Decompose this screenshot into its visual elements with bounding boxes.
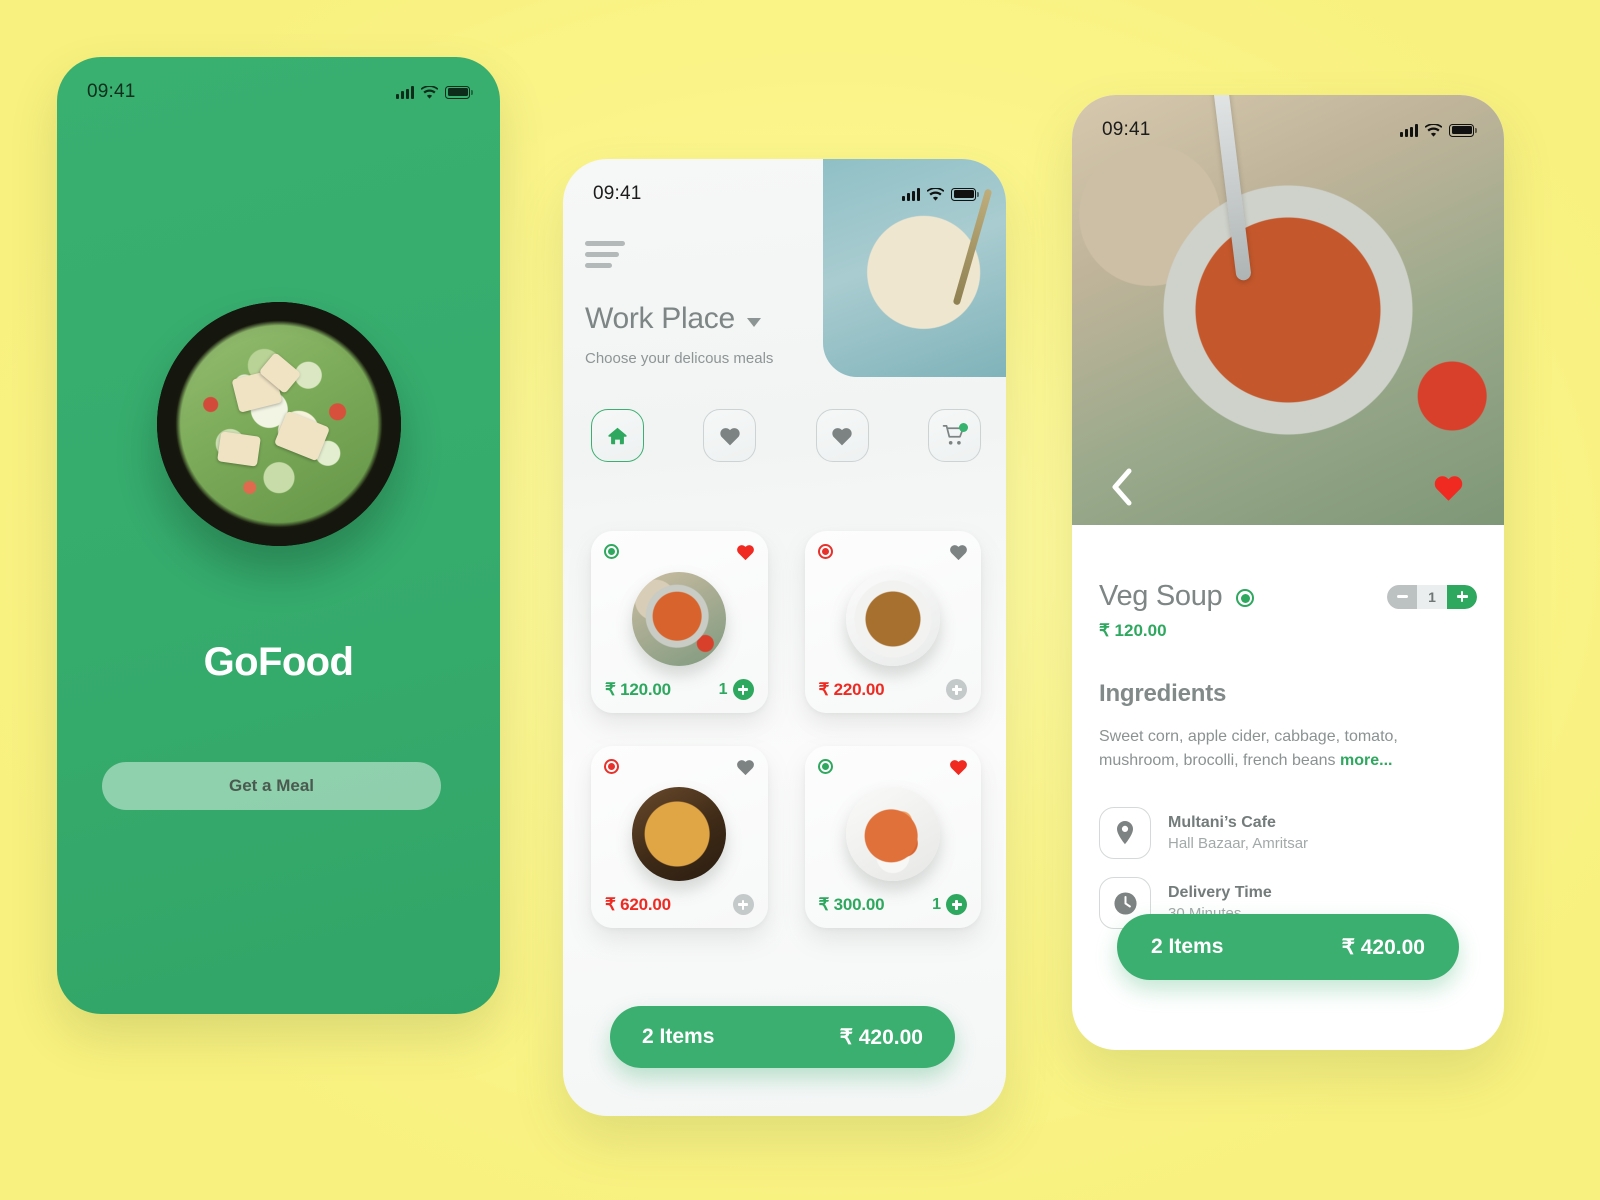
chevron-down-icon [746, 317, 761, 327]
favorite-heart-icon[interactable] [1433, 473, 1464, 502]
nav-favorites-button[interactable] [703, 409, 757, 462]
card-quantity-control[interactable]: 1 [719, 679, 754, 700]
quantity-stepper[interactable]: 1 [1387, 584, 1477, 609]
card-quantity-control[interactable] [732, 894, 754, 915]
cart-items-count: 2 Items [642, 1025, 715, 1048]
restaurant-name: Multani’s Cafe [1168, 814, 1276, 832]
veg-indicator-icon [1236, 589, 1255, 607]
splash-content: GoFood Get a Meal [57, 57, 500, 1014]
favorite-heart-icon[interactable] [949, 758, 968, 776]
dish-price: ₹ 120.00 [1099, 621, 1167, 640]
add-item-button[interactable] [732, 894, 754, 915]
heart-icon [719, 426, 741, 446]
home-subtitle: Choose your delicous meals [585, 350, 774, 367]
card-price: ₹ 620.00 [605, 894, 671, 914]
get-a-meal-button[interactable]: Get a Meal [102, 762, 441, 810]
cart-items-count: 2 Items [1151, 935, 1224, 958]
location-pin-icon [1099, 807, 1151, 859]
nav-button-row [591, 409, 981, 462]
restaurant-info-row[interactable]: Multani’s Cafe Hall Bazaar, Amritsar [1099, 807, 1308, 859]
more-link[interactable]: more... [1340, 752, 1392, 769]
heart-icon [831, 426, 853, 446]
add-item-button[interactable] [946, 679, 967, 700]
card-footer: ₹ 220.00 [818, 679, 967, 700]
salad-bowl-image [845, 572, 940, 666]
soup-bowl-image [632, 572, 727, 666]
location-selector[interactable]: Work Place [585, 302, 761, 336]
card-price: ₹ 220.00 [818, 679, 885, 699]
card-price: ₹ 300.00 [818, 894, 885, 914]
food-card[interactable]: ₹ 120.00 1 [591, 531, 768, 713]
quantity-value: 1 [1428, 588, 1436, 605]
card-price: ₹ 120.00 [605, 679, 671, 699]
detail-screen: 09:41 Veg Soup 1 ₹ 120.00 Ingredients Sw… [1072, 95, 1504, 1050]
nonveg-indicator-icon [604, 759, 619, 774]
card-quantity-control[interactable]: 1 [932, 894, 967, 915]
detail-content: Veg Soup 1 ₹ 120.00 Ingredients Sweet co… [1072, 525, 1504, 1050]
card-quantity-value: 1 [718, 680, 728, 698]
food-card[interactable]: ₹ 620.00 [591, 746, 768, 928]
increase-quantity-button[interactable] [1447, 584, 1477, 609]
dish-name: Veg Soup [1099, 580, 1223, 612]
salad-bowl-image [156, 302, 401, 546]
favorite-heart-icon[interactable] [736, 543, 755, 561]
nav-cart-button[interactable] [927, 409, 981, 462]
veg-indicator-icon [817, 759, 833, 774]
food-card[interactable]: ₹ 220.00 [804, 531, 981, 713]
nav-liked-button[interactable] [815, 409, 869, 462]
cart-summary-bar[interactable]: 2 Items ₹ 420.00 [1117, 914, 1459, 980]
delivery-time-label: Delivery Time [1168, 884, 1272, 902]
back-button[interactable] [1110, 467, 1136, 507]
ingredients-heading: Ingredients [1099, 680, 1227, 707]
cart-total-amount: ₹ 420.00 [839, 1025, 923, 1049]
home-screen: 09:41 Work Place Choose your delicous me… [563, 159, 1006, 1116]
food-card[interactable]: ₹ 300.00 1 [804, 746, 981, 928]
pizza-image [632, 787, 727, 881]
nav-home-button[interactable] [591, 409, 644, 462]
location-label: Work Place [585, 302, 735, 335]
restaurant-info-text: Multani’s Cafe Hall Bazaar, Amritsar [1168, 812, 1308, 854]
cart-summary-bar[interactable]: 2 Items ₹ 420.00 [610, 1006, 955, 1068]
ingredients-text-block: Sweet corn, apple cider, cabbage, tomato… [1099, 725, 1468, 774]
app-title: GoFood [203, 640, 354, 684]
restaurant-address: Hall Bazaar, Amritsar [1168, 834, 1309, 852]
veg-indicator-icon [604, 544, 619, 559]
card-quantity-control[interactable] [946, 679, 967, 700]
dish-title-row: Veg Soup 1 [1099, 580, 1477, 613]
mockup-canvas: 09:41 GoFood Get a Meal 09:41 Work Place… [0, 0, 1600, 1200]
status-time: 09:41 [593, 183, 642, 204]
card-footer: ₹ 620.00 [605, 894, 754, 915]
favorite-heart-icon[interactable] [736, 758, 755, 776]
card-footer: ₹ 300.00 1 [818, 894, 967, 915]
card-footer: ₹ 120.00 1 [605, 679, 754, 700]
favorite-heart-icon[interactable] [949, 543, 968, 561]
add-item-button[interactable] [946, 894, 967, 915]
header-food-image [823, 159, 1006, 377]
decrease-quantity-button[interactable] [1387, 584, 1417, 609]
hamburger-menu-icon[interactable] [585, 241, 629, 275]
nonveg-indicator-icon [817, 544, 833, 559]
add-item-button[interactable] [732, 679, 754, 700]
veg-soup-pot-image [1072, 95, 1504, 525]
splash-screen: 09:41 GoFood Get a Meal [57, 57, 500, 1014]
food-card-grid: ₹ 120.00 1 ₹ 220.00 ₹ 620.00 ₹ 300.00 1 [591, 531, 981, 928]
chicken-bowl-image [845, 787, 940, 881]
home-icon [606, 425, 629, 447]
card-quantity-value: 1 [932, 895, 941, 913]
cart-badge-dot [958, 423, 968, 432]
cart-total-amount: ₹ 420.00 [1341, 935, 1425, 959]
